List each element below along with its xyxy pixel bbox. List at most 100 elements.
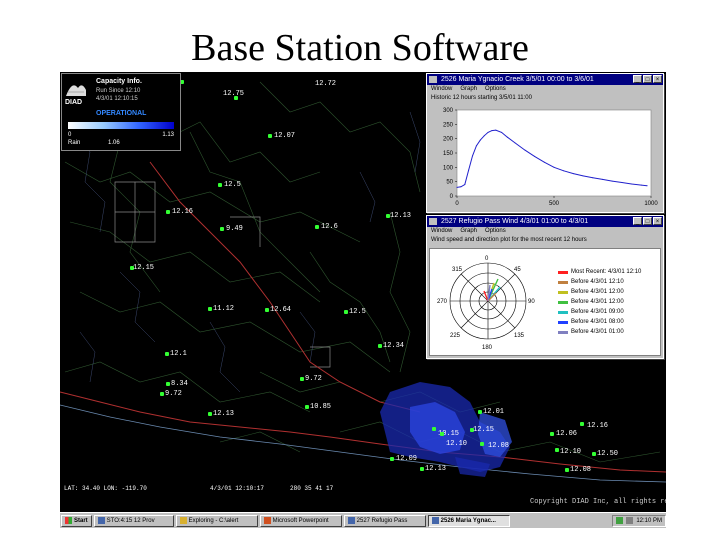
- menu-options[interactable]: Options: [485, 85, 506, 94]
- wind-legend-item: Most Recent: 4/3/01 12:10: [558, 267, 658, 277]
- hydrograph-titlebar[interactable]: 2526 Maria Ygnacio Creek 3/5/01 00:00 to…: [427, 74, 663, 85]
- wind-titlebar[interactable]: 2527 Refugio Pass Wind 4/3/01 01:00 to 4…: [427, 216, 663, 227]
- legend-label: Before 4/3/01 09:00: [571, 309, 624, 315]
- close-button[interactable]: ×: [653, 217, 662, 225]
- station-value: 12.13: [213, 410, 235, 418]
- maximize-button[interactable]: □: [643, 217, 652, 225]
- status-coords: LAT: 34.40 LON: -119.70: [64, 485, 147, 492]
- station-marker[interactable]: [478, 410, 482, 414]
- compass-w: 270: [437, 299, 448, 305]
- station-value: 12.72: [315, 80, 337, 88]
- station-marker[interactable]: [315, 225, 319, 229]
- wind-legend-item: Before 4/3/01 08:00: [558, 317, 658, 327]
- station-marker[interactable]: [378, 344, 382, 348]
- station-marker[interactable]: [440, 432, 444, 436]
- minimize-button[interactable]: _: [633, 75, 642, 83]
- station-marker[interactable]: [208, 307, 212, 311]
- station-marker[interactable]: [550, 432, 554, 436]
- taskbar-item[interactable]: Microsoft Powerpoint: [259, 514, 342, 527]
- app-icon: [97, 517, 105, 524]
- data-point: [572, 173, 574, 175]
- tray-clock[interactable]: 12:10 PM: [636, 518, 662, 524]
- window-app-icon: [429, 218, 437, 225]
- station-marker[interactable]: [390, 457, 394, 461]
- station-marker[interactable]: [218, 183, 222, 187]
- station-marker[interactable]: [580, 422, 584, 426]
- start-button[interactable]: Start: [61, 514, 92, 527]
- legend-label: Before 4/3/01 12:00: [571, 289, 624, 295]
- hydrograph-title: 2526 Maria Ygnacio Creek 3/5/01 00:00 to…: [441, 76, 594, 83]
- desktop-screen: 12.75 12.07 12.72 12.5 12.16 9.49 12.6 1…: [60, 72, 666, 512]
- data-point: [602, 178, 603, 180]
- close-button[interactable]: ×: [653, 75, 662, 83]
- station-value: 12.64: [270, 306, 292, 314]
- app-icon: [431, 517, 439, 524]
- legend-label: Most Recent: 4/3/01 12:10: [571, 269, 642, 275]
- menu-window[interactable]: Window: [431, 85, 452, 94]
- wind-legend-item: Before 4/3/01 12:00: [558, 287, 658, 297]
- wind-legend: Most Recent: 4/3/01 12:10 Before 4/3/01 1…: [558, 267, 658, 337]
- station-marker[interactable]: [265, 308, 269, 312]
- menu-graph[interactable]: Graph: [460, 227, 477, 236]
- y-tick-label: 200: [443, 137, 454, 143]
- tray-icon[interactable]: [616, 517, 624, 524]
- station-marker[interactable]: [344, 310, 348, 314]
- station-marker[interactable]: [166, 382, 170, 386]
- legend-swatch: [558, 300, 568, 304]
- station-value: 8.34: [171, 380, 188, 388]
- speaker-icon[interactable]: [626, 517, 634, 524]
- data-point: [464, 184, 466, 185]
- menu-options[interactable]: Options: [485, 227, 506, 236]
- data-point: [468, 169, 470, 171]
- station-marker[interactable]: [208, 412, 212, 416]
- wind-window[interactable]: 2527 Refugio Pass Wind 4/3/01 01:00 to 4…: [426, 215, 664, 359]
- data-point: [553, 166, 555, 168]
- data-point: [631, 183, 633, 185]
- legend-label: Before 4/3/01 01:00: [571, 329, 624, 335]
- maximize-button[interactable]: □: [643, 75, 652, 83]
- station-marker[interactable]: [565, 468, 569, 472]
- copyright-notice: Copyright DIAD Inc, all rights reserved: [530, 498, 666, 506]
- window-app-icon: [429, 76, 437, 83]
- menu-window[interactable]: Window: [431, 227, 452, 236]
- data-point: [456, 186, 458, 188]
- legend-label: Before 4/3/01 12:10: [571, 279, 624, 285]
- station-marker[interactable]: [268, 134, 272, 138]
- station-value: 12.09: [396, 455, 418, 463]
- station-marker[interactable]: [220, 227, 224, 231]
- data-point: [534, 155, 536, 157]
- taskbar-item[interactable]: 2527 Refugio Pass: [343, 514, 426, 527]
- station-marker[interactable]: [166, 210, 170, 214]
- station-marker[interactable]: [300, 377, 304, 381]
- station-value: 9.49: [226, 225, 243, 233]
- wind-plot-area: 0 180 90 270 45 315 135 225 Most Recent:…: [429, 248, 661, 356]
- data-point: [491, 130, 493, 132]
- y-tick-label: 0: [450, 194, 454, 200]
- station-marker[interactable]: [480, 442, 484, 446]
- y-tick-label: 50: [446, 180, 453, 186]
- menu-graph[interactable]: Graph: [460, 85, 477, 94]
- data-point: [514, 142, 516, 144]
- station-value: 9.72: [165, 390, 182, 398]
- taskbar-item[interactable]: STO:4:15 12 Prov: [93, 514, 174, 527]
- taskbar-item[interactable]: Exploring - C:\alert: [175, 514, 258, 527]
- map-status-bar: LAT: 34.40 LON: -119.70 4/3/01 12:10:17 …: [60, 484, 666, 494]
- station-marker[interactable]: [432, 427, 436, 431]
- station-value: 12.13: [390, 212, 412, 220]
- station-value: 12.08: [488, 442, 510, 450]
- taskbar-item-active[interactable]: 2526 Maria Ygnac...: [427, 514, 510, 527]
- hydrograph-subtitle: Historic 12 hours starting 3/5/01 11:00: [431, 95, 532, 101]
- station-marker[interactable]: [592, 452, 596, 456]
- station-marker[interactable]: [420, 467, 424, 471]
- data-point: [483, 135, 485, 137]
- station-marker[interactable]: [165, 352, 169, 356]
- station-marker[interactable]: [160, 392, 164, 396]
- hydrograph-window[interactable]: 2526 Maria Ygnacio Creek 3/5/01 00:00 to…: [426, 73, 664, 213]
- station-marker[interactable]: [305, 405, 309, 409]
- station-marker[interactable]: [555, 448, 559, 452]
- system-tray: 12:10 PM: [612, 514, 666, 527]
- legend-color-scale: [68, 122, 174, 129]
- wind-rose: 0 180 90 270 45 315 135 225: [437, 256, 535, 351]
- folder-icon: [179, 517, 187, 524]
- minimize-button[interactable]: _: [633, 217, 642, 225]
